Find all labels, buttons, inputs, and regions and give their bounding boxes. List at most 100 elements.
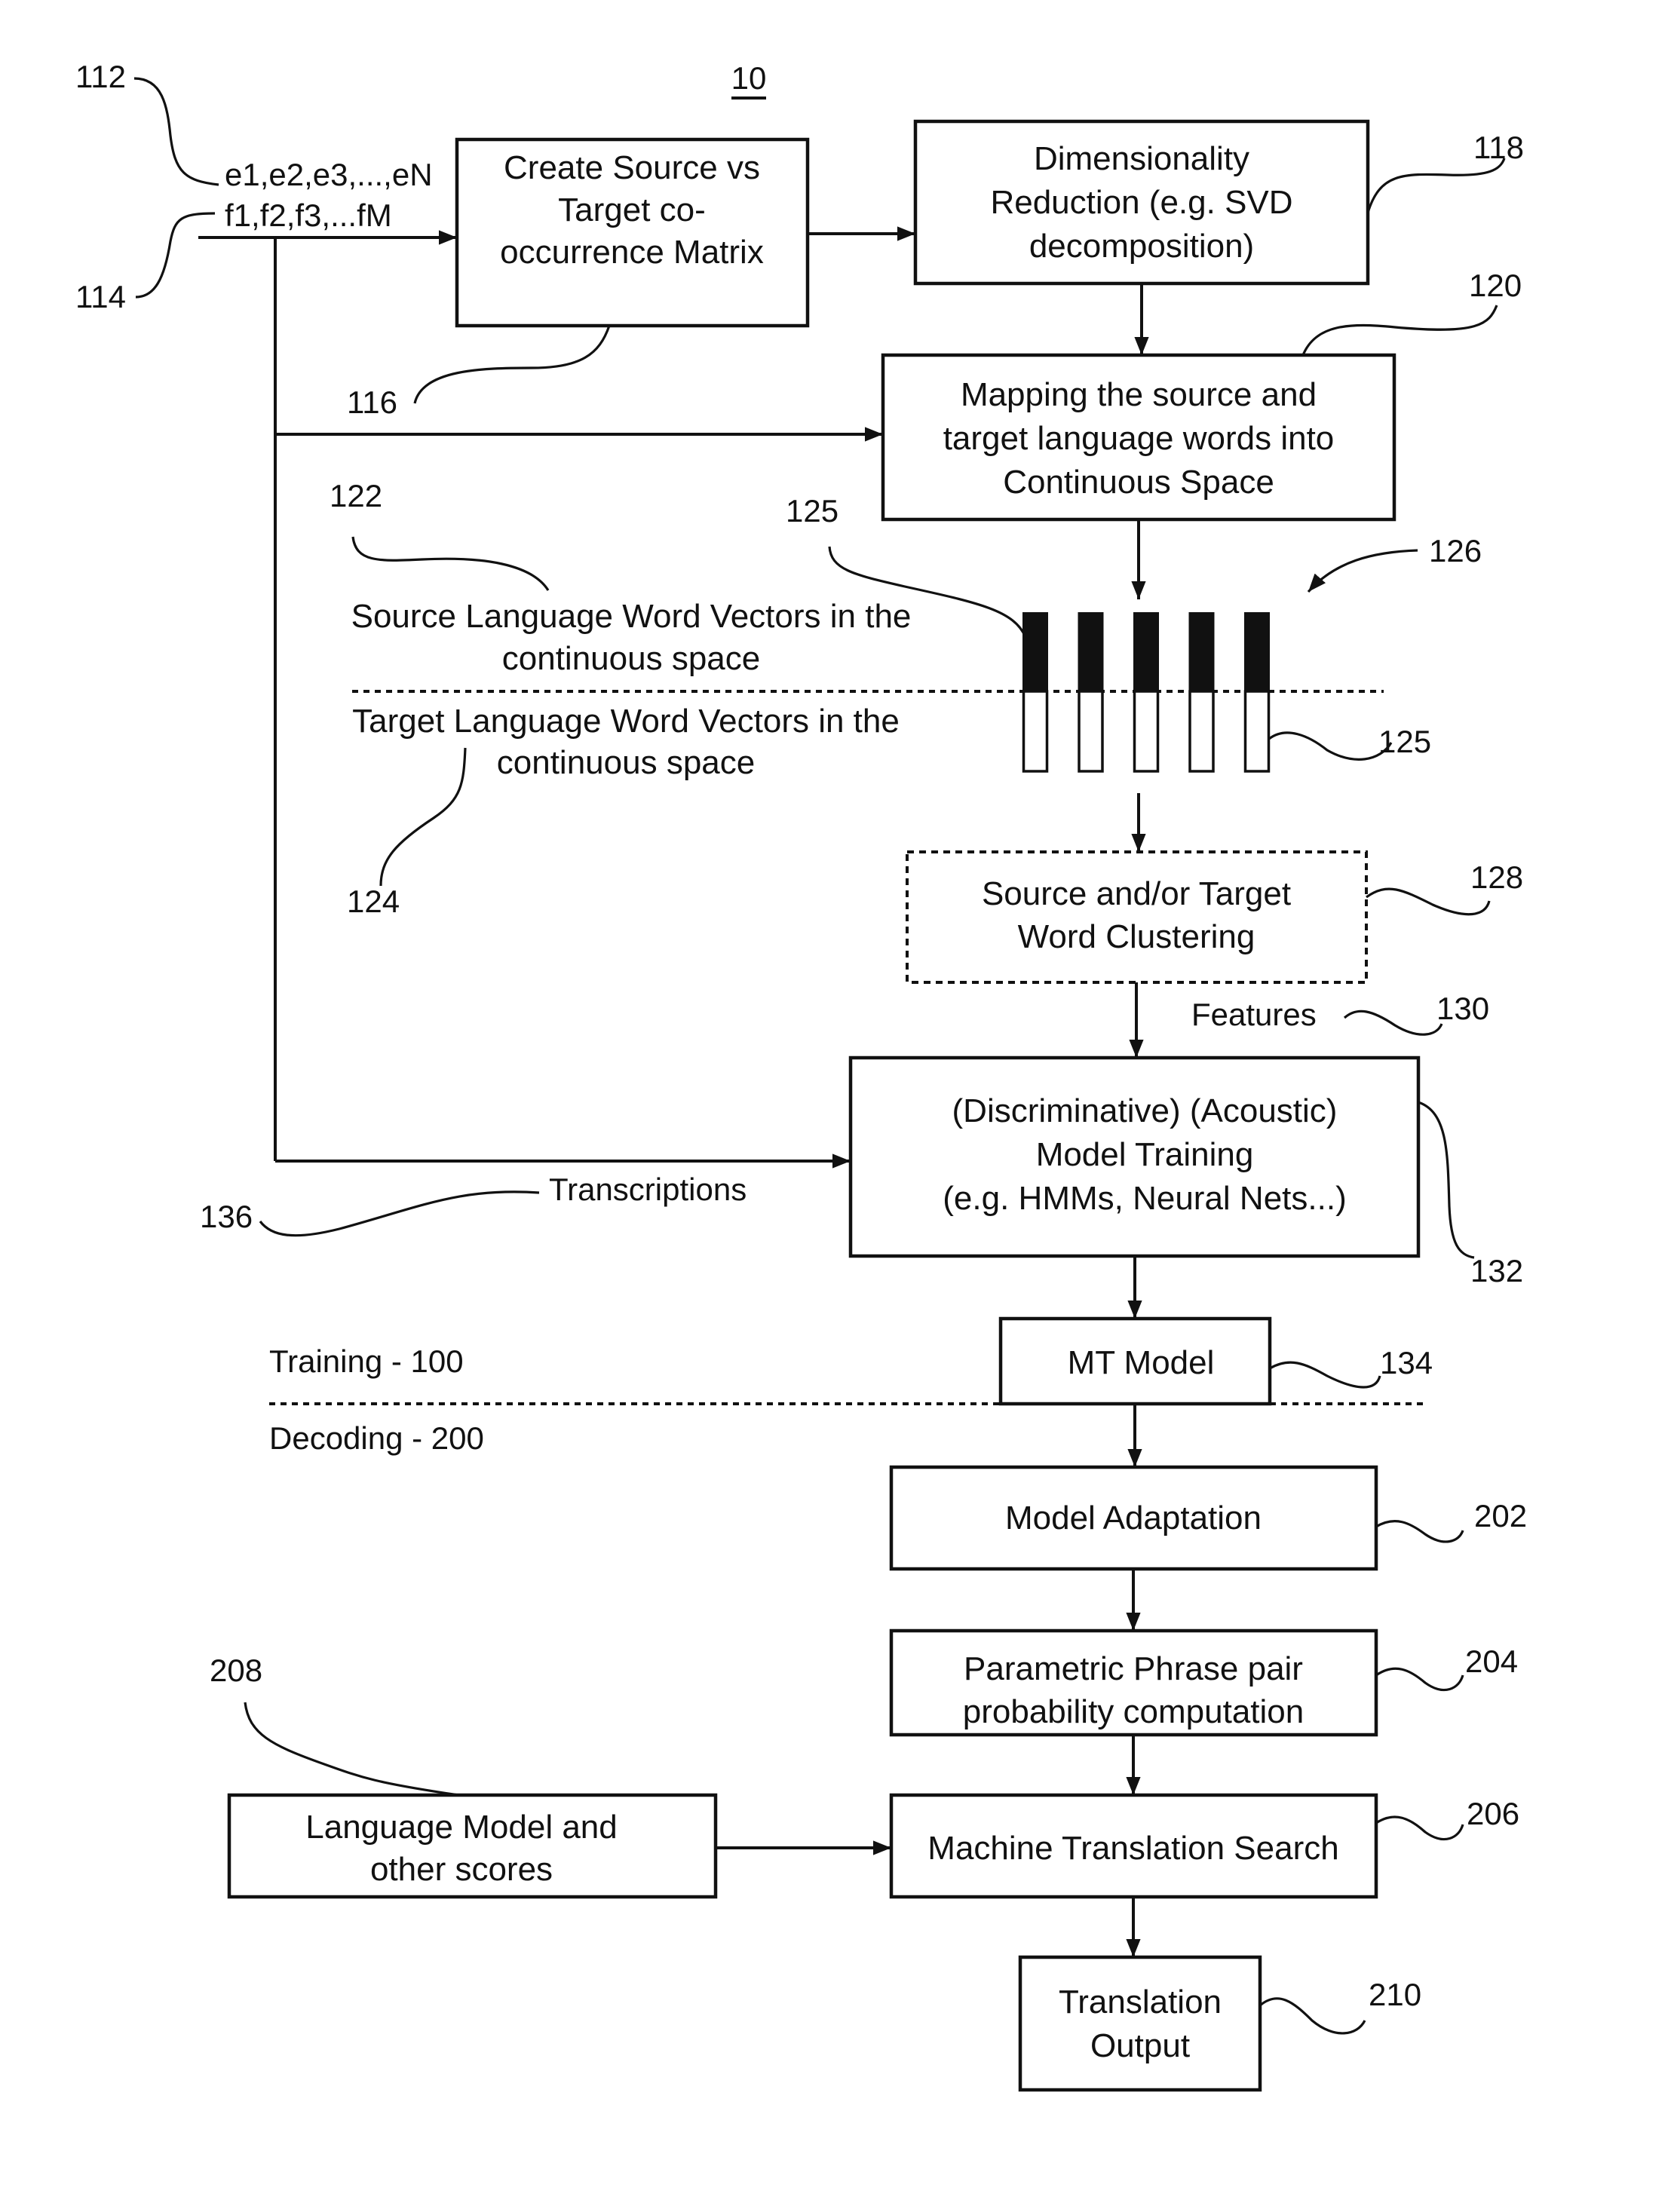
leader-210 xyxy=(1259,1997,1366,2035)
leader-132 xyxy=(1418,1101,1475,1259)
target-vectors-label-line-1: Target Language Word Vectors in the xyxy=(352,703,900,740)
ref-112: 112 xyxy=(75,59,126,94)
leader-202 xyxy=(1375,1519,1464,1543)
target-vector-segment xyxy=(1188,690,1215,773)
target-sequence: f1,f2,f3,...fM xyxy=(225,198,392,233)
ref-210: 210 xyxy=(1369,1977,1421,2012)
source-vector-segment xyxy=(1133,612,1159,691)
ref-206: 206 xyxy=(1467,1796,1519,1831)
target-vectors-label-line-2: continuous space xyxy=(497,744,755,781)
source-vector-segment xyxy=(1022,612,1048,691)
box-output-line-1: Translation xyxy=(1059,1984,1222,2021)
box-cooccurrence-line-1: Create Source vs xyxy=(504,149,760,186)
ref-120: 120 xyxy=(1469,268,1522,303)
box-mapping-line-3: Continuous Space xyxy=(1003,464,1274,501)
box-model-training: (Discriminative) (Acoustic) Model Traini… xyxy=(848,1055,1421,1258)
box-mt-search: Machine Translation Search xyxy=(889,1793,1378,1899)
leader-204 xyxy=(1375,1667,1464,1692)
word-vector-bar xyxy=(1078,612,1104,773)
box-mapping: Mapping the source and target language w… xyxy=(881,353,1396,522)
box-langmodel-line-1: Language Model and xyxy=(305,1809,617,1846)
leader-125-bottom xyxy=(1268,731,1393,761)
box-model-adaptation: Model Adaptation xyxy=(889,1465,1378,1571)
source-vector-segment xyxy=(1244,612,1270,691)
source-vector-segment xyxy=(1078,612,1104,691)
ref-122: 122 xyxy=(330,478,382,513)
box-dim-reduction: Dimensionality Reduction (e.g. SVD decom… xyxy=(913,119,1370,286)
features-label: Features xyxy=(1191,997,1317,1032)
box-phraseprob-line-1: Parametric Phrase pair xyxy=(964,1650,1303,1687)
leader-134 xyxy=(1269,1361,1381,1389)
box-translation-output: Translation Output xyxy=(1018,1955,1262,2092)
ref-136: 136 xyxy=(200,1199,253,1234)
flow-diagram: 10 112 e1,e2,e3,...,eN f1,f2,f3,...fM 11… xyxy=(75,59,1527,2092)
box-mtmodel-line-1: MT Model xyxy=(1068,1344,1215,1381)
leader-136 xyxy=(259,1190,540,1237)
box-clustering-line-1: Source and/or Target xyxy=(982,875,1291,912)
box-dimred-line-1: Dimensionality xyxy=(1034,140,1249,177)
word-vector-bar xyxy=(1022,612,1049,773)
ref-134: 134 xyxy=(1380,1345,1433,1380)
box-cooccurrence-line-2: Target co- xyxy=(558,191,706,228)
leader-208 xyxy=(244,1702,459,1797)
ref-132: 132 xyxy=(1470,1253,1523,1288)
box-phraseprob-line-2: probability computation xyxy=(963,1693,1304,1730)
target-vector-segment xyxy=(1078,690,1104,773)
box-clustering: Source and/or Target Word Clustering xyxy=(906,850,1368,984)
ref-128: 128 xyxy=(1470,859,1523,895)
box-search-line-1: Machine Translation Search xyxy=(927,1830,1338,1867)
transcriptions-label: Transcriptions xyxy=(549,1172,747,1207)
box-clustering-line-2: Word Clustering xyxy=(1018,918,1255,955)
box-language-model: Language Model and other scores xyxy=(227,1793,718,1899)
box-mt-model: MT Model xyxy=(998,1316,1272,1406)
box-training-line-1: (Discriminative) (Acoustic) xyxy=(952,1092,1338,1129)
box-mapping-line-2: target language words into xyxy=(943,420,1335,457)
target-vector-segment xyxy=(1243,690,1271,773)
box-training-line-2: Model Training xyxy=(1036,1136,1254,1173)
word-vector-bar xyxy=(1188,612,1215,773)
leader-126 xyxy=(1307,549,1418,593)
training-phase-label: Training - 100 xyxy=(269,1343,464,1379)
source-vectors-label-line-2: continuous space xyxy=(502,640,760,677)
box-dimred-line-2: Reduction (e.g. SVD xyxy=(990,184,1292,221)
source-vector-segment xyxy=(1188,612,1215,691)
ref-124: 124 xyxy=(347,884,400,919)
word-vector-bar xyxy=(1243,612,1271,773)
source-sequence: e1,e2,e3,...,eN xyxy=(225,157,433,192)
word-vector-bar xyxy=(1133,612,1160,773)
ref-125-top: 125 xyxy=(786,493,838,528)
box-output-line-2: Output xyxy=(1090,2027,1190,2064)
leader-130 xyxy=(1343,1009,1443,1036)
leader-124 xyxy=(379,747,467,887)
ref-125-bottom: 125 xyxy=(1378,724,1431,759)
ref-204: 204 xyxy=(1465,1644,1518,1679)
box-cooccurrence: Create Source vs Target co- occurrence M… xyxy=(455,137,810,328)
box-dimred-line-3: decomposition) xyxy=(1029,228,1254,265)
box-cooccurrence-line-3: occurrence Matrix xyxy=(500,234,764,271)
box-mapping-line-1: Mapping the source and xyxy=(961,376,1317,413)
ref-116: 116 xyxy=(347,384,397,420)
figure-number: 10 xyxy=(731,60,767,96)
ref-208: 208 xyxy=(210,1653,262,1688)
leader-114 xyxy=(135,212,216,299)
box-adaptation-line-1: Model Adaptation xyxy=(1005,1500,1262,1536)
target-vector-segment xyxy=(1133,690,1160,773)
word-vector-bars xyxy=(1022,612,1271,773)
ref-114: 114 xyxy=(75,279,126,314)
leader-206 xyxy=(1375,1815,1464,1841)
leader-122 xyxy=(351,536,550,591)
box-phrase-prob: Parametric Phrase pair probability compu… xyxy=(889,1628,1378,1737)
leader-120 xyxy=(1301,305,1498,356)
decoding-phase-label: Decoding - 200 xyxy=(269,1420,484,1456)
leader-118 xyxy=(1366,158,1506,213)
leader-112 xyxy=(133,77,219,186)
box-training-line-3: (e.g. HMMs, Neural Nets...) xyxy=(943,1180,1346,1217)
ref-202: 202 xyxy=(1474,1498,1527,1533)
ref-126: 126 xyxy=(1429,533,1482,568)
target-vector-segment xyxy=(1022,690,1049,773)
leader-116 xyxy=(413,325,611,404)
box-langmodel-line-2: other scores xyxy=(370,1851,553,1888)
ref-130: 130 xyxy=(1436,991,1489,1026)
ref-118: 118 xyxy=(1473,130,1524,165)
source-vectors-label-line-1: Source Language Word Vectors in the xyxy=(351,598,912,635)
